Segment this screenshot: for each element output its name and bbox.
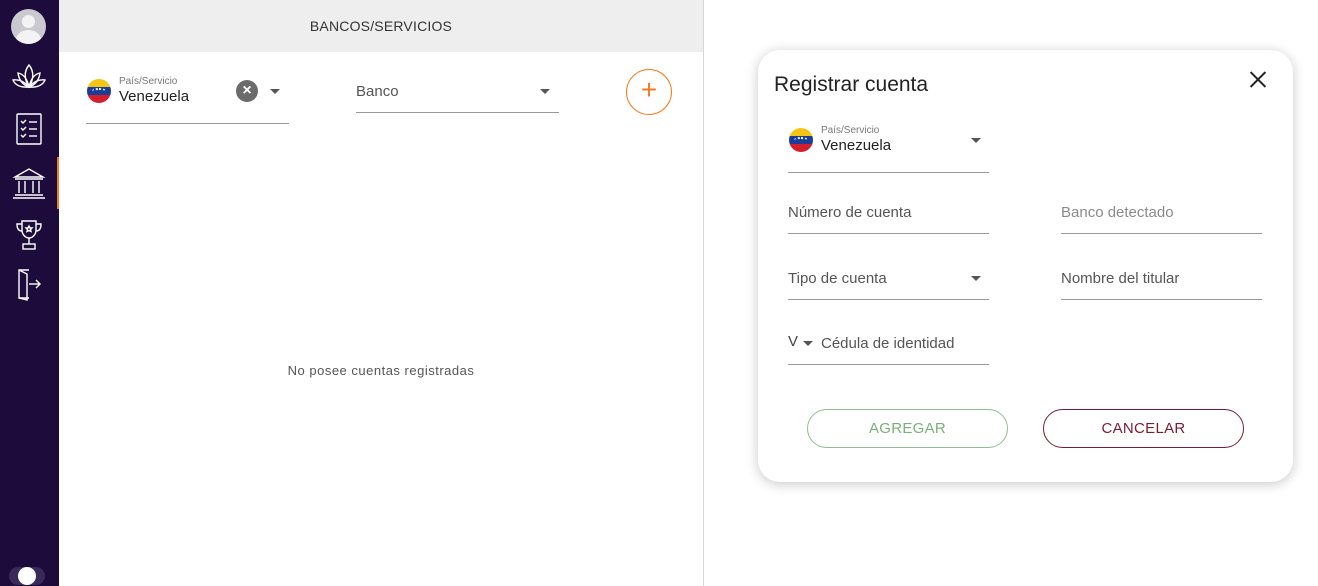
chevron-down-icon[interactable] bbox=[971, 138, 981, 143]
page-title: BANCOS/SERVICIOS bbox=[59, 0, 703, 52]
add-account-button[interactable]: + bbox=[626, 69, 672, 115]
venezuela-flag-icon bbox=[789, 128, 813, 152]
logout-icon[interactable] bbox=[10, 266, 48, 302]
empty-state-message: No posee cuentas registradas bbox=[287, 363, 475, 378]
country-select-underline bbox=[86, 123, 289, 124]
theme-toggle[interactable] bbox=[9, 567, 45, 585]
bank-icon[interactable] bbox=[10, 165, 48, 201]
bank-select-placeholder: Banco bbox=[356, 83, 399, 100]
bank-select-underline bbox=[356, 112, 559, 113]
lotus-icon[interactable] bbox=[10, 59, 48, 95]
clear-icon[interactable]: × bbox=[236, 80, 258, 102]
modal-country-label: País/Servicio bbox=[821, 125, 880, 136]
chevron-down-icon[interactable] bbox=[540, 89, 550, 94]
id-type-value: V bbox=[788, 333, 799, 350]
avatar[interactable] bbox=[11, 9, 46, 44]
bank-detected-placeholder: Banco detectado bbox=[1061, 204, 1174, 221]
country-select-label: País/Servicio bbox=[119, 76, 178, 87]
add-button[interactable]: AGREGAR bbox=[807, 409, 1008, 448]
cancel-button[interactable]: CANCELAR bbox=[1043, 409, 1244, 448]
venezuela-flag-icon bbox=[87, 79, 111, 103]
register-account-modal: Registrar cuenta País/Servicio Venezuela… bbox=[758, 50, 1293, 482]
id-field-underline bbox=[788, 364, 989, 365]
account-number-underline bbox=[788, 233, 989, 234]
bank-detected-underline bbox=[1061, 233, 1262, 234]
account-type-underline bbox=[788, 299, 989, 300]
toggle-knob bbox=[18, 567, 36, 585]
id-number-placeholder: Cédula de identidad bbox=[821, 335, 955, 352]
sidebar bbox=[0, 0, 59, 586]
checklist-icon[interactable] bbox=[10, 111, 48, 147]
chevron-down-icon[interactable] bbox=[270, 89, 280, 94]
modal-country-value: Venezuela bbox=[821, 137, 892, 154]
close-icon[interactable] bbox=[1246, 68, 1270, 92]
account-type-placeholder: Tipo de cuenta bbox=[788, 270, 887, 287]
panel-divider bbox=[703, 0, 704, 586]
chevron-down-icon[interactable] bbox=[971, 276, 981, 281]
app-root: BANCOS/SERVICIOS País/Servicio Venezuela… bbox=[0, 0, 1318, 586]
modal-country-underline bbox=[788, 172, 989, 173]
country-select-value: Venezuela bbox=[119, 88, 190, 105]
holder-name-placeholder: Nombre del titular bbox=[1061, 270, 1180, 287]
account-number-placeholder: Número de cuenta bbox=[788, 204, 912, 221]
chevron-down-icon[interactable] bbox=[803, 341, 813, 346]
modal-title: Registrar cuenta bbox=[774, 73, 929, 96]
holder-name-underline bbox=[1061, 299, 1262, 300]
trophy-icon[interactable] bbox=[10, 217, 48, 253]
